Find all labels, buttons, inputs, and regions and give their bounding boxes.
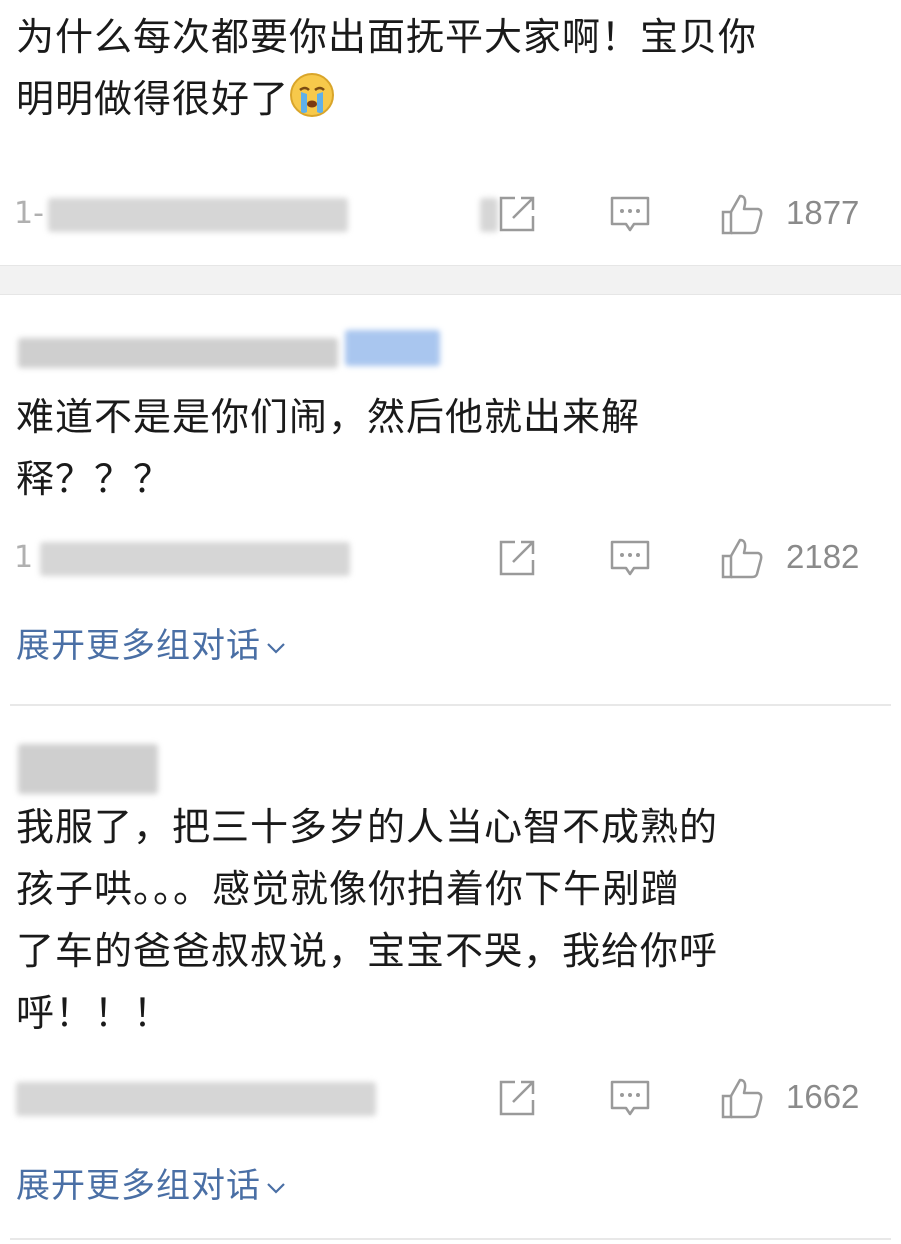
comment-text-line: 了车的爸爸叔叔说，宝宝不哭，我给你呼	[16, 929, 719, 973]
expand-label: 展开更多组对话	[16, 626, 261, 666]
comment-divider	[10, 1238, 891, 1240]
comment-icon[interactable]	[608, 536, 652, 580]
comment-icon[interactable]	[608, 1076, 652, 1120]
comment-text-line: 释？？？	[16, 457, 173, 501]
comment-text: 我服了，把三十多岁的人当心智不成熟的 孩子哄。。。感觉就像你拍着你下午剐蹭 了车…	[16, 796, 866, 1044]
comment-item-2: 难道不是是你们闹，然后他就出来解 释？？？ 1 2182 展开更多组对话	[0, 296, 901, 704]
comment-text-line: 明明做得很好了	[16, 68, 866, 130]
expand-label: 展开更多组对话	[16, 1166, 261, 1206]
user-badge-blurred	[345, 330, 440, 366]
comment-icon[interactable]	[608, 192, 652, 236]
comment-text-line: 我服了，把三十多岁的人当心智不成熟的	[16, 805, 719, 849]
thumbs-up-icon[interactable]	[720, 192, 764, 236]
username-blurred	[18, 744, 158, 794]
comment-actions: 2182	[0, 536, 901, 586]
comment-actions: 1877	[0, 192, 901, 242]
comment-item-1: 为什么每次都要你出面抚平大家啊！宝贝你 明明做得很好了 1- 1877	[0, 0, 901, 265]
thumbs-up-icon[interactable]	[720, 1076, 764, 1120]
section-divider	[0, 265, 901, 295]
share-icon[interactable]	[495, 1076, 539, 1120]
like-count: 1877	[786, 194, 860, 231]
comment-text-line: 呼！！！	[16, 991, 173, 1035]
like-count: 1662	[786, 1078, 860, 1115]
comment-text-line: 孩子哄。。。感觉就像你拍着你下午剐蹭	[16, 867, 681, 911]
comment-text: 难道不是是你们闹，然后他就出来解 释？？？	[16, 386, 866, 510]
username-blurred	[18, 338, 338, 368]
like-count: 2182	[786, 538, 860, 575]
thumbs-up-icon[interactable]	[720, 536, 764, 580]
comment-actions: 1662	[0, 1076, 901, 1126]
share-icon[interactable]	[495, 192, 539, 236]
expand-conversation-link[interactable]: 展开更多组对话	[16, 618, 287, 667]
share-icon[interactable]	[495, 536, 539, 580]
comment-text-line: 为什么每次都要你出面抚平大家啊！宝贝你	[16, 15, 758, 59]
expand-conversation-link[interactable]: 展开更多组对话	[16, 1158, 287, 1207]
chevron-down-icon	[267, 642, 285, 654]
chevron-down-icon	[267, 1182, 285, 1194]
crying-face-icon	[290, 73, 335, 117]
comment-text-line: 难道不是是你们闹，然后他就出来解	[16, 395, 641, 439]
comment-text: 为什么每次都要你出面抚平大家啊！宝贝你 明明做得很好了	[16, 6, 866, 130]
comment-item-3: 我服了，把三十多岁的人当心智不成熟的 孩子哄。。。感觉就像你拍着你下午剐蹭 了车…	[0, 706, 901, 1236]
